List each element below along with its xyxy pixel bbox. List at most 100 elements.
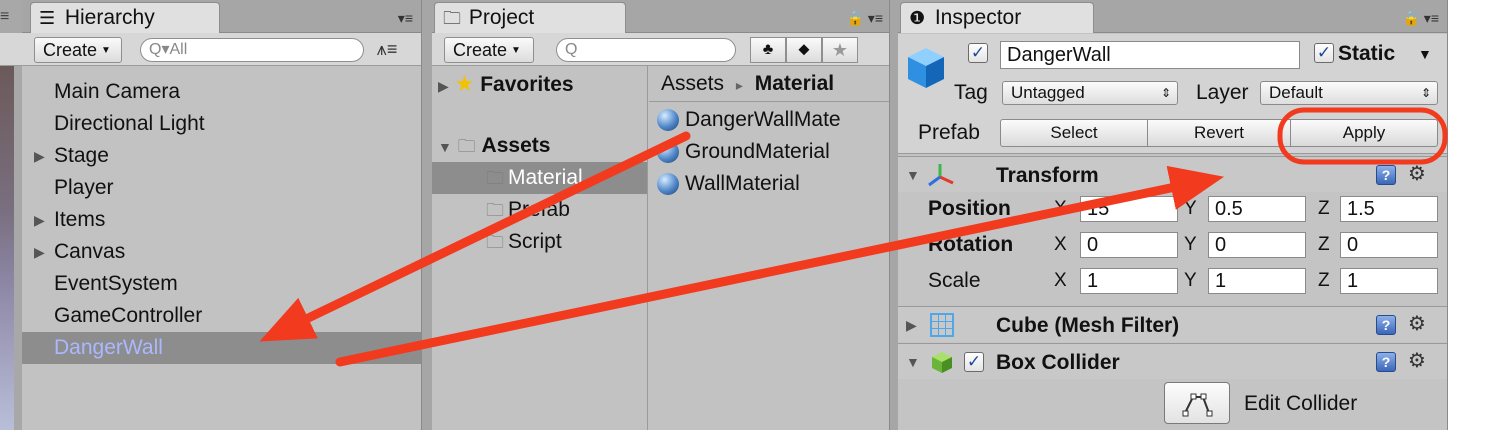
hierarchy-item[interactable]: ▶ Canvas xyxy=(22,236,421,268)
axis-label-y[interactable]: Y xyxy=(1184,196,1197,222)
transform-body: Position Rotation Scale X 15 Y 0.5 Z 1.5 X 0 Y 0 Z… xyxy=(898,192,1447,302)
expand-arrow-icon: ▶ xyxy=(906,317,917,333)
folder-icon: 🗀 xyxy=(486,232,504,252)
folder-item[interactable]: 🗀 Prefab xyxy=(432,194,647,226)
active-checkbox[interactable]: ✓ xyxy=(968,43,988,63)
axis-label-x[interactable]: X xyxy=(1054,232,1067,258)
folder-item[interactable]: 🗀 Material xyxy=(432,162,647,194)
mesh-grid-icon xyxy=(930,313,954,337)
lock-menu-icon[interactable]: 🔒 ▾≡ xyxy=(1402,10,1439,27)
info-icon: ❶ xyxy=(909,8,926,28)
tag-label: Tag xyxy=(954,81,988,104)
hierarchy-create-button[interactable]: Create ▼ xyxy=(34,37,122,63)
updown-icon: ⇕ xyxy=(1420,86,1431,100)
hierarchy-item-label: Player xyxy=(54,176,114,199)
folder-item[interactable]: 🗀 Script xyxy=(432,226,647,258)
expand-arrow-icon[interactable]: ▶ xyxy=(34,140,45,172)
hierarchy-item[interactable]: ▶ Items xyxy=(22,204,421,236)
breadcrumb-current[interactable]: Material xyxy=(755,72,834,95)
project-toolbar: Create ▼ Q ♣ ⬥ ★ xyxy=(432,33,889,66)
scale-y-field[interactable]: 1 xyxy=(1208,268,1306,294)
material-sphere-icon xyxy=(657,141,679,163)
hierarchy-item[interactable]: DangerWall xyxy=(22,332,421,364)
axis-label-z[interactable]: Z xyxy=(1318,232,1330,258)
scale-z-field[interactable]: 1 xyxy=(1340,268,1438,294)
tag-dropdown[interactable]: Untagged ⇕ xyxy=(1002,81,1178,105)
axis-label-x[interactable]: X xyxy=(1054,196,1067,222)
help-icon[interactable]: ? xyxy=(1376,352,1396,372)
hierarchy-panel: ☰ Hierarchy ▾≡ Create ▼ Q▾All ⩚≡ Main Cam… xyxy=(22,0,422,430)
prefab-select-button[interactable]: Select xyxy=(1000,119,1148,147)
tab-inspector[interactable]: ❶ Inspector xyxy=(900,2,1094,33)
asset-item[interactable]: GroundMaterial xyxy=(649,136,830,168)
static-checkbox[interactable]: ✓ xyxy=(1314,43,1334,63)
axis-label-z[interactable]: Z xyxy=(1318,196,1330,222)
tag-value: Untagged xyxy=(1011,83,1085,102)
tab-project-label: Project xyxy=(468,6,535,29)
hierarchy-item[interactable]: EventSystem xyxy=(22,268,421,300)
assets-row[interactable]: ▼ 🗀 Assets xyxy=(438,130,550,163)
mesh-filter-header[interactable]: ▶ Cube (Mesh Filter) ? ⚙ xyxy=(898,306,1447,342)
axis-label-y[interactable]: Y xyxy=(1184,232,1197,258)
hierarchy-item-label: EventSystem xyxy=(54,272,178,295)
box-collider-header[interactable]: ▼ ✓ Box Collider ? ⚙ xyxy=(898,343,1447,379)
hierarchy-search-input[interactable]: Q▾All xyxy=(140,38,364,62)
gear-icon[interactable]: ⚙ xyxy=(1408,348,1426,373)
axis-label-z[interactable]: Z xyxy=(1318,268,1330,294)
hierarchy-item[interactable]: Player xyxy=(22,172,421,204)
hierarchy-item[interactable]: ▶ Stage xyxy=(22,140,421,172)
hierarchy-item[interactable]: Main Camera xyxy=(22,76,421,108)
collapse-arrow-icon: ▼ xyxy=(906,354,920,370)
edit-collider-button[interactable] xyxy=(1164,382,1230,424)
tab-hierarchy[interactable]: ☰ Hierarchy xyxy=(30,2,220,33)
cube-object-icon xyxy=(904,44,948,92)
axis-label-x[interactable]: X xyxy=(1054,268,1067,294)
hierarchy-item[interactable]: Directional Light xyxy=(22,108,421,140)
rotation-x-field[interactable]: 0 xyxy=(1080,232,1178,258)
position-x-field[interactable]: 15 xyxy=(1080,196,1178,222)
project-create-button[interactable]: Create ▼ xyxy=(444,37,534,63)
tab-inspector-label: Inspector xyxy=(934,6,1022,29)
rotation-z-field[interactable]: 0 xyxy=(1340,232,1438,258)
favorite-star-icon[interactable]: ★ xyxy=(822,37,858,63)
rotation-y-field[interactable]: 0 xyxy=(1208,232,1306,258)
box-collider-title: Box Collider xyxy=(996,351,1120,374)
gear-icon[interactable]: ⚙ xyxy=(1408,311,1426,336)
project-folder-tree: ▶ ★ Favorites ▼ 🗀 Assets 🗀 Material 🗀 Prefa… xyxy=(432,66,648,430)
breadcrumb-root[interactable]: Assets xyxy=(661,72,724,95)
prefab-label: Prefab xyxy=(918,121,980,144)
static-dropdown-icon[interactable]: ▼ xyxy=(1418,46,1432,62)
axis-label-y[interactable]: Y xyxy=(1184,268,1197,294)
panel-menu-icon[interactable]: ▾≡ xyxy=(398,10,413,27)
inspector-tabstrip: ❶ Inspector 🔒 ▾≡ xyxy=(898,0,1447,33)
object-name-field[interactable]: DangerWall xyxy=(1000,41,1300,69)
static-label: Static xyxy=(1338,42,1396,65)
prefab-apply-button[interactable]: Apply xyxy=(1290,119,1438,147)
hierarchy-item[interactable]: GameController xyxy=(22,300,421,332)
lock-menu-icon[interactable]: 🔒 ▾≡ xyxy=(846,10,883,27)
position-z-field[interactable]: 1.5 xyxy=(1340,196,1438,222)
favorites-row[interactable]: ▶ ★ Favorites xyxy=(438,68,574,102)
transform-header[interactable]: ▼ Transform ? ⚙ xyxy=(898,156,1447,192)
filter-icon[interactable]: ⩚≡ xyxy=(372,38,402,62)
layer-label: Layer xyxy=(1196,81,1249,104)
transform-axes-icon xyxy=(926,161,956,189)
filter-by-type-icon[interactable]: ♣ xyxy=(750,37,786,63)
box-collider-enabled-checkbox[interactable]: ✓ xyxy=(964,352,984,372)
asset-item[interactable]: WallMaterial xyxy=(649,168,800,200)
gear-icon[interactable]: ⚙ xyxy=(1408,161,1426,186)
tab-project[interactable]: 🗀 Project xyxy=(434,2,626,33)
scale-x-field[interactable]: 1 xyxy=(1080,268,1178,294)
filter-by-label-icon[interactable]: ⬥ xyxy=(786,37,822,63)
position-y-field[interactable]: 0.5 xyxy=(1208,196,1306,222)
help-icon[interactable]: ? xyxy=(1376,165,1396,185)
collider-cube-icon xyxy=(930,350,954,374)
help-icon[interactable]: ? xyxy=(1376,315,1396,335)
project-search-input[interactable]: Q xyxy=(556,38,736,62)
layer-dropdown[interactable]: Default ⇕ xyxy=(1260,81,1438,105)
expand-arrow-icon[interactable]: ▶ xyxy=(34,204,45,236)
create-label: Create xyxy=(43,40,98,60)
prefab-revert-button[interactable]: Revert xyxy=(1147,119,1291,147)
asset-item[interactable]: DangerWallMate xyxy=(649,104,841,136)
expand-arrow-icon[interactable]: ▶ xyxy=(34,236,45,268)
